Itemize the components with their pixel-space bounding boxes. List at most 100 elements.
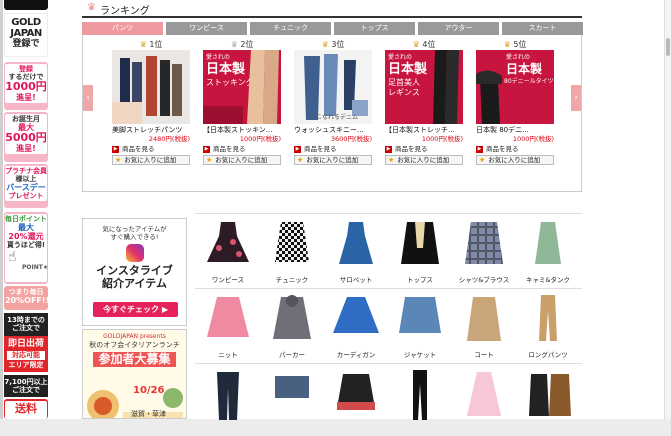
- star-icon: ★: [479, 156, 486, 164]
- promo-platinum-banner[interactable]: プラチナ会員 様以上 バースデー プレゼント: [4, 164, 48, 208]
- promo-points-banner[interactable]: 毎日ポイント 最大 20%還元 貰うほど得! ☝ POINT★: [4, 212, 48, 284]
- check-now-button[interactable]: 今すぐチェック ▶: [93, 302, 178, 317]
- product-image[interactable]: [112, 50, 190, 124]
- category-item[interactable]: [453, 368, 515, 434]
- rank-label: ♛ 4位: [385, 39, 463, 50]
- tab-tunic[interactable]: チュニック: [250, 22, 331, 35]
- category-photo: [529, 374, 571, 416]
- add-favorite-button[interactable]: ★ お気に入りに追加: [476, 155, 554, 165]
- category-item[interactable]: [517, 368, 579, 434]
- category-item[interactable]: [261, 368, 323, 434]
- category-item[interactable]: コート: [453, 293, 515, 359]
- shipping-time-banner[interactable]: 13時までの ご注文で: [4, 313, 48, 336]
- category-item[interactable]: ニット: [197, 293, 259, 359]
- scrollbar-track[interactable]: [664, 0, 671, 419]
- arrow-icon: ▶: [294, 146, 301, 153]
- product-name[interactable]: 【日本製ストレッチ...: [385, 126, 463, 135]
- product-name[interactable]: 日本製 80デニ...: [476, 126, 554, 135]
- category-item[interactable]: トップス: [389, 218, 451, 284]
- category-label[interactable]: パーカー: [261, 351, 323, 360]
- shipping-fee-banner[interactable]: 送料: [4, 399, 48, 419]
- view-product-button[interactable]: ▶ 商品を見る: [112, 145, 190, 154]
- view-product-label: 商品を見る: [122, 145, 155, 153]
- category-item[interactable]: キャミ&タンク: [517, 218, 579, 284]
- promo-text: 登録: [19, 65, 33, 73]
- view-product-button[interactable]: ▶ 商品を見る: [476, 145, 554, 154]
- category-label[interactable]: シャツ&ブラウス: [453, 276, 515, 285]
- carousel-next-button[interactable]: ›: [571, 85, 581, 111]
- category-item[interactable]: チュニック: [261, 218, 323, 284]
- view-product-label: 商品を見る: [213, 145, 246, 153]
- view-product-button[interactable]: ▶ 商品を見る: [203, 145, 281, 154]
- product-image[interactable]: 愛されの 日本製 ストッキング: [203, 50, 281, 124]
- view-product-button[interactable]: ▶ 商品を見る: [294, 145, 372, 154]
- product-image[interactable]: こなれるデニム: [294, 50, 372, 124]
- category-label[interactable]: トップス: [389, 276, 451, 285]
- category-label[interactable]: チュニック: [261, 276, 323, 285]
- category-item[interactable]: ワンピース: [197, 218, 259, 284]
- product-image[interactable]: 愛されの 日本製 足首美人 レギンス: [385, 50, 463, 124]
- category-item[interactable]: ロングパンツ: [517, 293, 579, 359]
- category-photo: [467, 297, 501, 341]
- product-image[interactable]: 愛されの 日本製 80デニールタイツ: [476, 50, 554, 124]
- category-item[interactable]: パーカー: [261, 293, 323, 359]
- image-text: こなれるデニム: [316, 114, 359, 121]
- promo-register-banner[interactable]: 登録 するだけで 1000円 進呈!: [4, 62, 48, 110]
- category-item[interactable]: ジャケット: [389, 293, 451, 359]
- add-favorite-button[interactable]: ★ お気に入りに追加: [112, 155, 190, 165]
- tab-tops[interactable]: トップス: [334, 22, 415, 35]
- ranking-item[interactable]: ♛ 4位 愛されの 日本製 足首美人 レギンス 【日本製ストレッチ... 100…: [385, 39, 463, 165]
- promo-birthday-banner[interactable]: お誕生月 最大 5000円 進呈!: [4, 112, 48, 162]
- tab-pants[interactable]: パンツ: [82, 22, 163, 35]
- arrow-icon: ▶: [385, 146, 392, 153]
- category-item[interactable]: [197, 368, 259, 434]
- product-name[interactable]: 【日本製ストッキン...: [203, 126, 281, 135]
- promo-text: プラチナ会員: [5, 167, 47, 175]
- promo-text: プレゼント: [8, 192, 44, 200]
- sidebar-brand-banner[interactable]: GOLD JAPAN 登録で: [4, 13, 48, 57]
- tab-onepiece[interactable]: ワンピース: [166, 22, 247, 35]
- product-name[interactable]: ウォッシュスキニー...: [294, 126, 372, 135]
- banner-text: エリア限定: [8, 361, 44, 369]
- view-product-button[interactable]: ▶ 商品を見る: [385, 145, 463, 154]
- category-label[interactable]: ニット: [197, 351, 259, 360]
- carousel-prev-button[interactable]: ‹: [83, 85, 93, 111]
- free-shipping-banner[interactable]: 7,100円以上 ご注文で: [4, 375, 48, 397]
- banner-heading: 参加者大募集: [93, 352, 176, 367]
- tab-outer[interactable]: アウター: [418, 22, 499, 35]
- category-label[interactable]: ジャケット: [389, 351, 451, 360]
- category-label[interactable]: コート: [453, 351, 515, 360]
- ranking-item[interactable]: ♛ 2位 愛されの 日本製 ストッキング 【日本製ストッキン... 1000円(…: [203, 39, 281, 165]
- add-favorite-button[interactable]: ★ お気に入りに追加: [385, 155, 463, 165]
- category-item[interactable]: カーディガン: [325, 293, 387, 359]
- promo-text: 20%OFF!!: [5, 296, 50, 305]
- lunch-event-banner[interactable]: GOLDJAPAN presents 秋のオフ会イタリアンランチ 参加者大募集 …: [82, 329, 187, 419]
- category-photo: [465, 222, 503, 264]
- category-photo: [401, 222, 439, 264]
- add-favorite-label: お気に入りに追加: [488, 156, 541, 164]
- promo-off-banner[interactable]: つまり毎日 20%OFF!!: [4, 286, 50, 310]
- same-day-shipping-banner[interactable]: 即日出荷 対応可能 エリア限定: [4, 336, 48, 372]
- banner-text: 気になったアイテムが: [102, 225, 167, 233]
- category-item[interactable]: サロペット: [325, 218, 387, 284]
- ranking-item[interactable]: ♛ 3位 こなれるデニム ウォッシュスキニー... 3600円(税抜) ▶ 商品を…: [294, 39, 372, 165]
- category-label[interactable]: キャミ&タンク: [517, 276, 579, 285]
- category-item[interactable]: [389, 368, 451, 434]
- product-name[interactable]: 美脚ストレッチパンツ: [112, 126, 190, 135]
- category-label[interactable]: ロングパンツ: [517, 351, 579, 360]
- ranking-item[interactable]: ♛ 5位 愛されの 日本製 80デニールタイツ 日本製 80デニ... 1000…: [476, 39, 554, 165]
- instagram-live-banner[interactable]: 気になったアイテムが すぐ購入できる! インスタライブ 紹介アイテム 今すぐチェ…: [82, 218, 187, 326]
- tab-skirt[interactable]: スカート: [502, 22, 583, 35]
- category-label[interactable]: ワンピース: [197, 276, 259, 285]
- scrollbar-thumb[interactable]: [666, 38, 670, 56]
- category-item[interactable]: [325, 368, 387, 434]
- category-label[interactable]: カーディガン: [325, 351, 387, 360]
- promo-text: 20%還元: [8, 232, 44, 241]
- category-label[interactable]: サロペット: [325, 276, 387, 285]
- ranking-item[interactable]: ♛ 1位 美脚ストレッチパンツ 2480円(税抜) ▶ 商品を見る ★ お気に入…: [112, 39, 190, 165]
- category-photo: [467, 372, 501, 416]
- category-item[interactable]: シャツ&ブラウス: [453, 218, 515, 284]
- add-favorite-button[interactable]: ★ お気に入りに追加: [294, 155, 372, 165]
- category-photo: [399, 297, 441, 333]
- add-favorite-button[interactable]: ★ お気に入りに追加: [203, 155, 281, 165]
